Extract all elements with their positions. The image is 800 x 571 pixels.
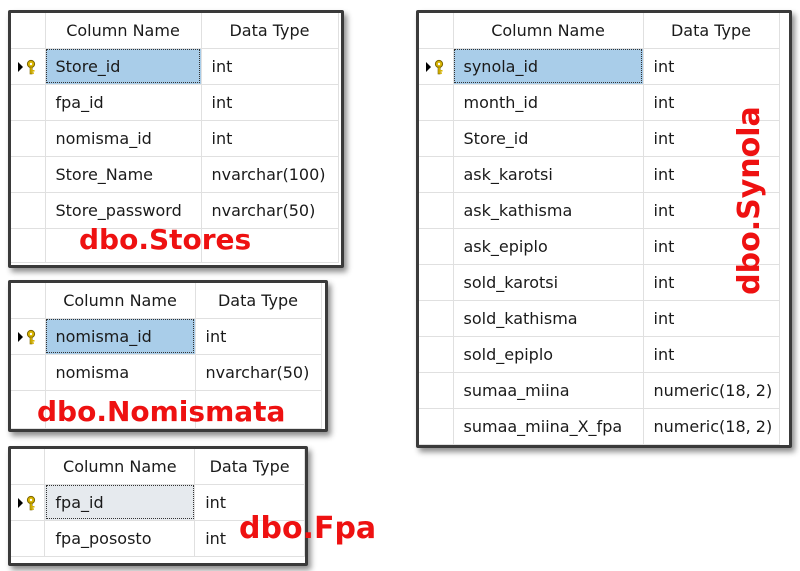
column-name-cell[interactable]: nomisma_id: [45, 120, 202, 157]
table-panel-nomismata: Column Name Data Type nomisma_id int nom…: [8, 280, 328, 432]
row-selector-header[interactable]: [419, 13, 454, 49]
columns-grid-synola: Column Name Data Type synola_id int mont…: [419, 13, 780, 445]
row-selector[interactable]: [419, 408, 454, 445]
column-name-cell[interactable]: fpa_id: [45, 84, 202, 121]
row-selector[interactable]: [419, 84, 454, 121]
column-name-cell[interactable]: sold_karotsi: [453, 264, 644, 301]
data-type-cell[interactable]: nvarchar(100): [201, 156, 339, 193]
row-selector[interactable]: [11, 484, 46, 521]
table-title-nomismata: dbo.Nomismata: [37, 395, 286, 428]
row-selector[interactable]: [11, 520, 46, 557]
table-row[interactable]: ask_epiplo int: [419, 228, 780, 265]
column-name-header[interactable]: Column Name: [45, 13, 202, 49]
column-name-cell[interactable]: fpa_id: [44, 484, 196, 521]
header-row: Column Name Data Type: [11, 449, 305, 485]
column-name-header[interactable]: Column Name: [44, 449, 196, 485]
column-name-cell[interactable]: fpa_pososto: [44, 520, 196, 557]
data-type-cell[interactable]: int: [643, 300, 780, 337]
data-type-cell[interactable]: int: [201, 84, 339, 121]
data-type-header[interactable]: Data Type: [194, 449, 305, 485]
column-name-cell[interactable]: synola_id: [453, 48, 644, 85]
row-selector[interactable]: [11, 354, 46, 391]
table-row[interactable]: sold_kathisma int: [419, 300, 780, 337]
header-row: Column Name Data Type: [11, 283, 322, 319]
column-name-header[interactable]: Column Name: [453, 13, 644, 49]
row-selector-header[interactable]: [11, 283, 46, 319]
column-name-cell[interactable]: sumaa_miina: [453, 372, 644, 409]
primary-key-icon: [425, 59, 443, 75]
column-name-cell[interactable]: Store_Name: [45, 156, 202, 193]
data-type-cell[interactable]: nvarchar(50): [195, 354, 322, 391]
primary-key-icon: [17, 329, 35, 345]
column-name-cell[interactable]: sold_epiplo: [453, 336, 644, 373]
row-selector[interactable]: [11, 84, 46, 121]
column-name-header[interactable]: Column Name: [45, 283, 196, 319]
table-panel-stores: Column Name Data Type Store_id int fpa_i…: [8, 10, 344, 268]
table-row[interactable]: nomisma_id int: [11, 318, 322, 355]
primary-key-icon: [17, 59, 35, 75]
data-type-cell[interactable]: numeric(18, 2): [643, 408, 780, 445]
table-row[interactable]: sold_epiplo int: [419, 336, 780, 373]
column-name-cell[interactable]: nomisma_id: [45, 318, 196, 355]
column-name-cell[interactable]: ask_karotsi: [453, 156, 644, 193]
table-row[interactable]: Store_id int: [11, 48, 339, 85]
row-selector[interactable]: [419, 336, 454, 373]
column-name-cell[interactable]: sold_kathisma: [453, 300, 644, 337]
table-row[interactable]: synola_id int: [419, 48, 780, 85]
row-selector[interactable]: [419, 372, 454, 409]
table-row[interactable]: ask_kathisma int: [419, 192, 780, 229]
column-name-cell[interactable]: ask_epiplo: [453, 228, 644, 265]
data-type-header[interactable]: Data Type: [643, 13, 780, 49]
data-type-cell[interactable]: int: [643, 336, 780, 373]
row-selector[interactable]: [11, 318, 46, 355]
column-name-cell[interactable]: Store_id: [45, 48, 202, 85]
column-name-cell[interactable]: ask_kathisma: [453, 192, 644, 229]
row-selector[interactable]: [419, 48, 454, 85]
data-type-header[interactable]: Data Type: [201, 13, 339, 49]
table-row[interactable]: Store_Name nvarchar(100): [11, 156, 339, 193]
row-selector[interactable]: [11, 48, 46, 85]
table-row[interactable]: month_id int: [419, 84, 780, 121]
table-row[interactable]: Store_id int: [419, 120, 780, 157]
table-panel-fpa: Column Name Data Type fpa_id int fpa_pos…: [8, 446, 376, 566]
table-title-synola: dbo.Synola: [731, 106, 767, 295]
table-row[interactable]: fpa_id int: [11, 84, 339, 121]
row-selector[interactable]: [419, 264, 454, 301]
row-selector[interactable]: [419, 192, 454, 229]
table-row[interactable]: ask_karotsi int: [419, 156, 780, 193]
table-panel-synola: Column Name Data Type synola_id int mont…: [416, 10, 792, 448]
table-row[interactable]: sumaa_miina numeric(18, 2): [419, 372, 780, 409]
data-type-cell[interactable]: int: [201, 120, 339, 157]
header-row: Column Name Data Type: [419, 13, 780, 49]
column-name-cell[interactable]: nomisma: [45, 354, 196, 391]
data-type-cell[interactable]: int: [643, 48, 780, 85]
table-title-fpa: dbo.Fpa: [239, 511, 377, 546]
data-type-cell[interactable]: int: [195, 318, 322, 355]
row-selector[interactable]: [11, 192, 46, 229]
column-name-cell[interactable]: Store_id: [453, 120, 644, 157]
column-name-cell[interactable]: sumaa_miina_X_fpa: [453, 408, 644, 445]
column-name-cell[interactable]: month_id: [453, 84, 644, 121]
row-selector[interactable]: [11, 120, 46, 157]
row-selector[interactable]: [419, 228, 454, 265]
data-type-cell[interactable]: numeric(18, 2): [643, 372, 780, 409]
table-row[interactable]: sumaa_miina_X_fpa numeric(18, 2): [419, 408, 780, 445]
data-type-cell[interactable]: int: [201, 48, 339, 85]
table-row[interactable]: sold_karotsi int: [419, 264, 780, 301]
row-selector[interactable]: [419, 300, 454, 337]
table-row[interactable]: nomisma_id int: [11, 120, 339, 157]
table-title-stores: dbo.Stores: [79, 223, 252, 256]
header-row: Column Name Data Type: [11, 13, 339, 49]
table-row[interactable]: nomisma nvarchar(50): [11, 354, 322, 391]
row-selector[interactable]: [419, 156, 454, 193]
row-selector-header[interactable]: [11, 449, 46, 485]
row-selector[interactable]: [419, 120, 454, 157]
row-selector-header[interactable]: [11, 13, 46, 49]
row-selector[interactable]: [11, 156, 46, 193]
data-type-header[interactable]: Data Type: [195, 283, 322, 319]
primary-key-icon: [17, 495, 35, 511]
